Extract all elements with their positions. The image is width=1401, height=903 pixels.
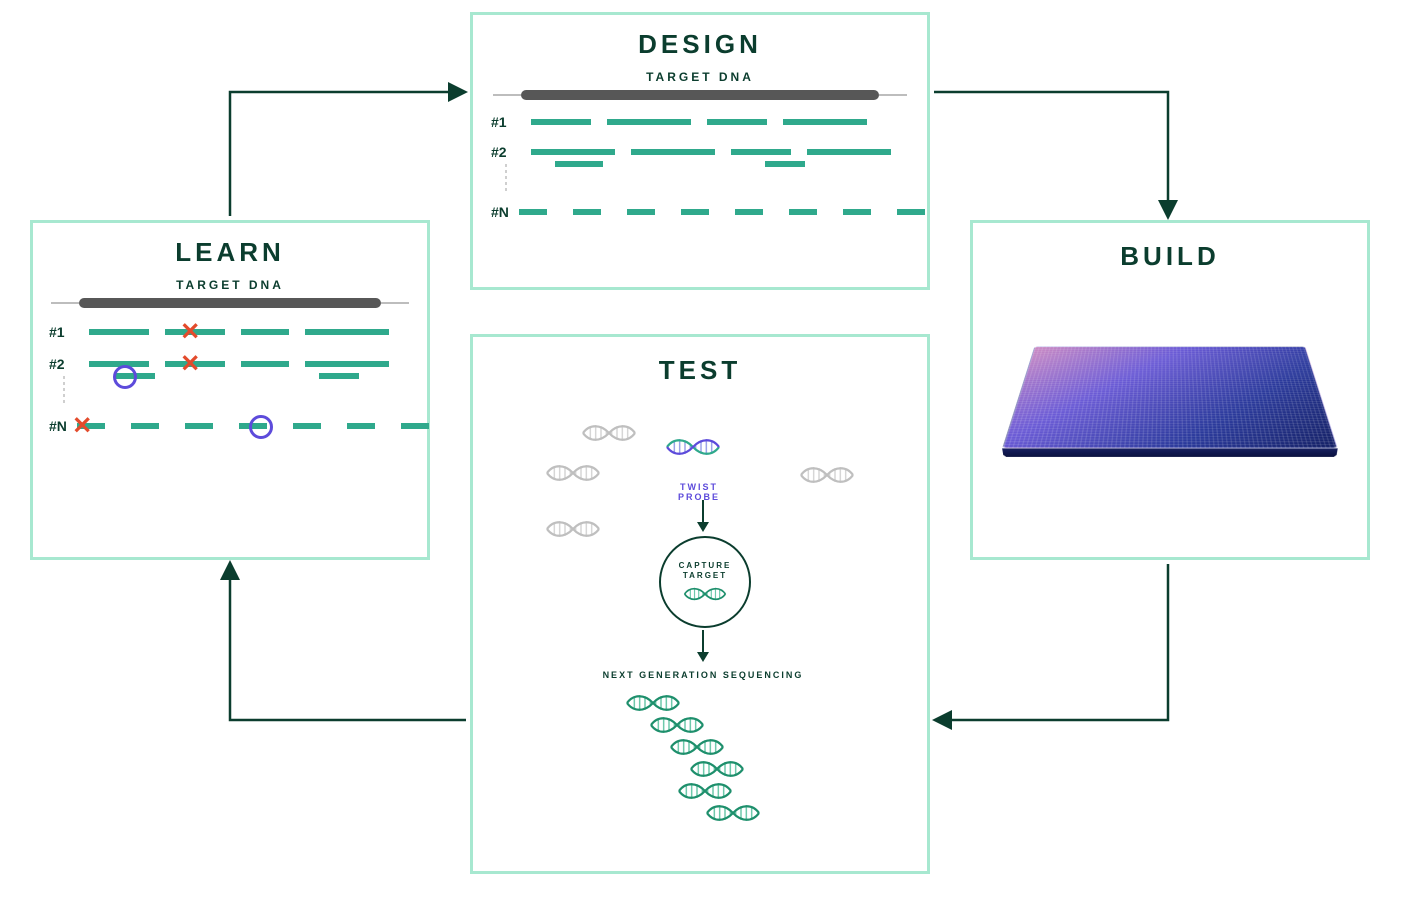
dna-segment (897, 209, 925, 215)
dna-segment (305, 329, 389, 335)
learn-title: LEARN (49, 237, 411, 268)
target-dna-bar (79, 298, 381, 308)
helix-icon (669, 736, 725, 758)
build-box: BUILD (970, 220, 1370, 560)
dna-segment (241, 329, 289, 335)
learn-row-1-label: #1 (49, 324, 79, 340)
dna-segment (555, 161, 603, 167)
dna-segment (185, 423, 213, 429)
learn-row-2-label: #2 (49, 356, 79, 372)
dna-segment (843, 209, 871, 215)
arrow-test-to-learn (230, 564, 466, 720)
dna-segment (319, 373, 359, 379)
arrow-down-icon (695, 630, 711, 664)
twist-probe-label: TWIST PROBE (657, 482, 741, 502)
target-dna-bar (521, 90, 879, 100)
dna-segment (807, 149, 891, 155)
arrow-build-to-test (936, 564, 1168, 720)
dna-segment (765, 161, 805, 167)
twist-probe-icon (665, 436, 721, 458)
design-row-2: #2 (491, 144, 909, 160)
build-title: BUILD (987, 241, 1353, 272)
dna-segment (531, 149, 615, 155)
helix-icon (799, 464, 855, 486)
dna-segment (627, 209, 655, 215)
arrow-learn-to-design (230, 92, 464, 216)
design-box: DESIGN TARGET DNA #1 #2 (470, 12, 930, 290)
learn-row-n-label: #N (49, 418, 67, 434)
dna-segment (731, 149, 791, 155)
x-mark-icon: ✕ (180, 318, 200, 347)
design-title: DESIGN (491, 29, 909, 60)
design-row-1-label: #1 (491, 114, 521, 130)
helix-icon (545, 462, 601, 484)
dna-segment (401, 423, 429, 429)
design-row-n-label: #N (491, 204, 509, 220)
design-row-1: #1 (491, 114, 909, 130)
dna-chip-icon (1002, 347, 1338, 449)
capture-target-circle: CAPTURE TARGET (659, 536, 751, 628)
learn-subtitle: TARGET DNA (49, 278, 411, 292)
dna-segment (531, 119, 591, 125)
dna-segment (607, 119, 691, 125)
helix-icon (545, 518, 601, 540)
design-subtitle: TARGET DNA (491, 70, 909, 84)
helix-icon (677, 780, 733, 802)
learn-box: LEARN TARGET DNA #1 ✕ #2 ✕ (30, 220, 430, 560)
dna-segment (707, 119, 767, 125)
design-row-n: #N (491, 204, 909, 220)
helix-icon (649, 714, 705, 736)
helix-icon (683, 585, 727, 603)
x-mark-icon: ✕ (72, 412, 92, 441)
circle-mark-icon (249, 415, 273, 439)
dot-divider (63, 376, 65, 402)
dna-segment (131, 423, 159, 429)
ngs-label: NEXT GENERATION SEQUENCING (573, 670, 833, 680)
test-box: TEST TWIST PROBE CAPTURE T (470, 334, 930, 874)
design-row-2-label: #2 (491, 144, 521, 160)
dna-segment (293, 423, 321, 429)
arrow-down-icon (695, 500, 711, 534)
test-title: TEST (473, 355, 927, 386)
dot-divider (505, 164, 507, 190)
helix-icon (625, 692, 681, 714)
dna-segment (789, 209, 817, 215)
helix-icon (581, 422, 637, 444)
helix-icon (689, 758, 745, 780)
learn-row-2: #2 ✕ (49, 356, 411, 372)
dna-segment (573, 209, 601, 215)
helix-icon (705, 802, 761, 824)
x-mark-icon: ✕ (180, 350, 200, 379)
dna-segment (631, 149, 715, 155)
dna-segment (305, 361, 389, 367)
dna-segment (735, 209, 763, 215)
capture-target-label: CAPTURE TARGET (679, 561, 732, 580)
dna-segment (241, 361, 289, 367)
dna-segment (681, 209, 709, 215)
learn-row-1: #1 ✕ (49, 324, 411, 340)
arrow-design-to-build (934, 92, 1168, 216)
diagram-canvas: DESIGN TARGET DNA #1 #2 (0, 0, 1401, 903)
circle-mark-icon (113, 365, 137, 389)
dna-segment (347, 423, 375, 429)
learn-row-n: #N ✕ (49, 418, 411, 434)
dna-segment (89, 329, 149, 335)
dna-segment (519, 209, 547, 215)
dna-segment (783, 119, 867, 125)
